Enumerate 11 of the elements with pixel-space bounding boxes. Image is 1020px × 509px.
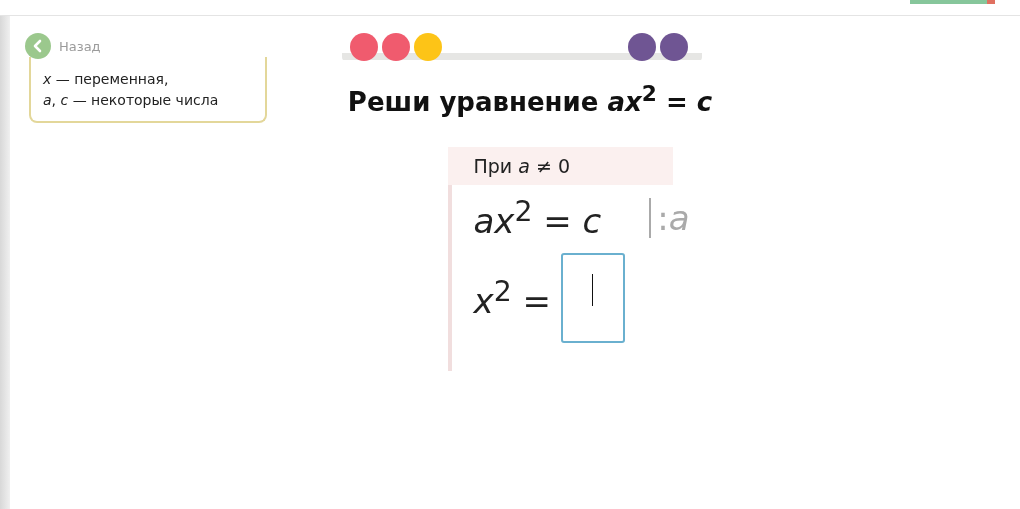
hint-text: a, c — некоторые числа (43, 91, 220, 110)
operation-hint: :a (649, 197, 690, 238)
equation: ax$^{2}$ = c (473, 194, 602, 241)
answer-box[interactable] (560, 253, 625, 343)
text-cursor (592, 274, 594, 306)
task-title: Реши уравнение ax$^{2}$ = c (347, 81, 713, 117)
back-icon (25, 33, 51, 59)
hint-text: x — переменная, (43, 70, 170, 89)
back-link[interactable]: Назад (25, 33, 310, 59)
condition-label: При a ≠ 0 (447, 146, 673, 185)
equation: x$^{2}$ = (473, 274, 551, 322)
